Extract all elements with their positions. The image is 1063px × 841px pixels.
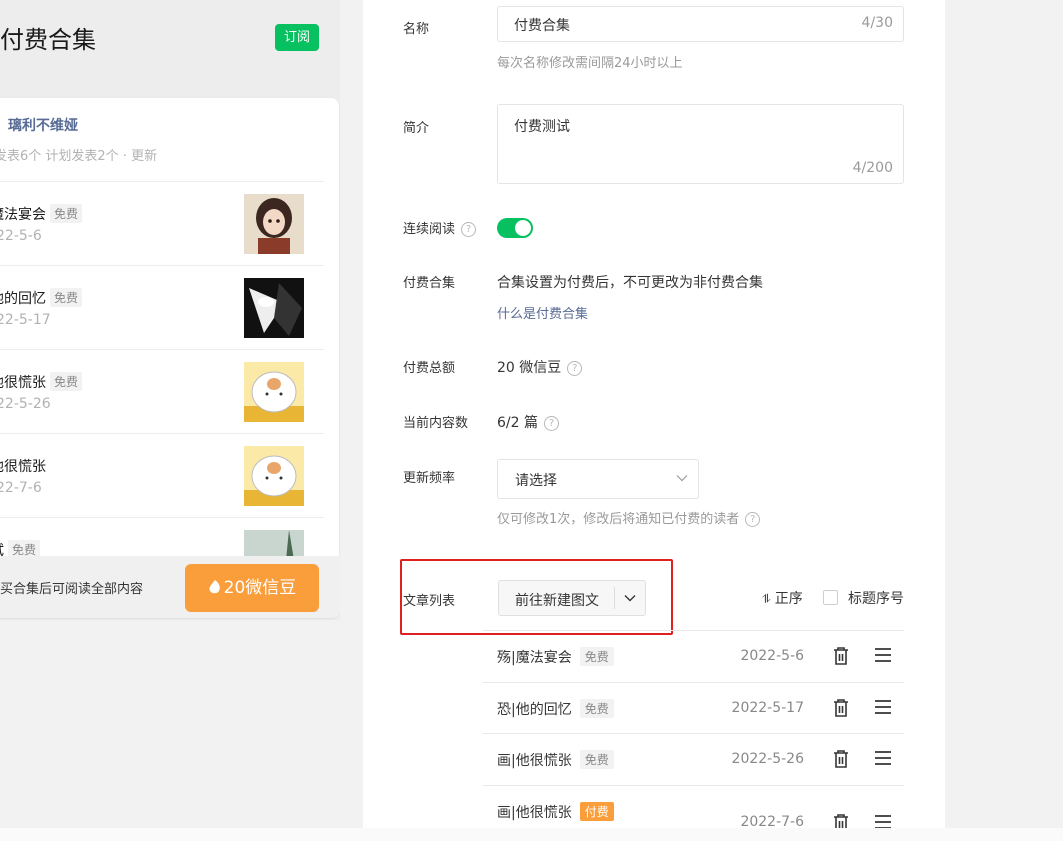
paid-badge: 付费 — [579, 801, 614, 821]
article-thumbnail — [244, 194, 304, 254]
article-thumbnail — [244, 278, 304, 338]
page-bottom-edge — [0, 828, 1063, 841]
article-thumbnail — [244, 446, 304, 506]
author-name[interactable]: 璃利不维娅 — [8, 115, 78, 135]
name-label: 名称 — [403, 22, 430, 37]
list-item-date: 22-5-26 — [0, 396, 51, 412]
update-frequency-select[interactable]: 请选择 — [497, 459, 699, 499]
list-item-title: 他的回忆 — [0, 291, 46, 307]
collection-preview: 付费合集 订阅 璃利不维娅 发表6个 计划发表2个 · 更新 魔法宴会免费 22… — [0, 0, 340, 620]
serial-number-checkbox[interactable] — [823, 590, 838, 605]
free-badge: 免费 — [579, 750, 614, 769]
list-item[interactable]: 他很慌张免费 22-5-26 — [0, 350, 324, 434]
article-title: 殇|魔法宴会 — [497, 650, 572, 666]
table-row: 画|他很慌张 付费 2022-7-6 — [483, 786, 904, 829]
serial-number-label: 标题序号 — [848, 591, 904, 607]
table-row: 恐|他的回忆 免费 2022-5-17 — [483, 683, 904, 734]
trash-icon[interactable] — [832, 646, 850, 666]
purchase-note: 买合集后可阅读全部内容 — [0, 582, 144, 597]
paid-collection-text: 合集设置为付费后，不可更改为非付费合集 — [497, 275, 763, 291]
sort-label: 正序 — [774, 591, 803, 607]
button-divider — [614, 587, 615, 609]
update-frequency-label: 更新频率 — [403, 471, 456, 486]
content-count-label: 当前内容数 — [403, 416, 469, 431]
help-icon[interactable]: ? — [745, 512, 761, 527]
bean-icon — [209, 580, 220, 594]
article-date: 2022-5-6 — [740, 648, 804, 664]
total-price-label: 付费总额 — [403, 361, 456, 376]
continuous-read-toggle[interactable] — [497, 218, 533, 238]
article-thumbnail — [244, 362, 304, 422]
drag-handle-icon[interactable] — [874, 814, 892, 829]
sort-icon: ⥮ — [762, 592, 771, 606]
sort-toggle[interactable]: ⥮ 正序 — [762, 588, 803, 608]
drag-handle-icon[interactable] — [874, 647, 892, 663]
paid-collection-label: 付费合集 — [403, 276, 456, 291]
trash-icon[interactable] — [832, 749, 850, 769]
list-item-title: 他很慌张 — [0, 459, 46, 475]
total-price-value: 20 微信豆 — [497, 360, 562, 376]
name-hint: 每次名称修改需间隔24小时以上 — [497, 56, 683, 71]
continuous-read-label: 连续阅读 — [403, 222, 456, 237]
article-list-label: 文章列表 — [403, 594, 456, 609]
update-frequency-value: 请选择 — [515, 473, 557, 489]
drag-handle-icon[interactable] — [874, 750, 892, 766]
drag-handle-icon[interactable] — [874, 699, 892, 715]
collection-settings-form: 名称 付费合集 4/30 每次名称修改需间隔24小时以上 简介 付费测试 4/2… — [363, 0, 945, 828]
publish-stats: 发表6个 计划发表2个 · 更新 — [0, 149, 158, 164]
name-value: 付费合集 — [514, 18, 570, 34]
list-item[interactable]: 他很慌张 22-7-6 — [0, 434, 324, 518]
new-article-button[interactable]: 前往新建图文 — [498, 580, 646, 616]
article-date: 2022-7-6 — [740, 813, 804, 829]
help-icon[interactable]: ? — [461, 222, 477, 237]
intro-textarea[interactable]: 付费测试 4/200 — [497, 104, 904, 184]
what-is-paid-link[interactable]: 什么是付费合集 — [497, 303, 588, 322]
list-item[interactable]: 他的回忆免费 22-5-17 — [0, 266, 324, 350]
list-item-date: 22-5-17 — [0, 312, 51, 328]
list-item-date: 22-5-6 — [0, 228, 42, 244]
article-date: 2022-5-26 — [731, 751, 804, 767]
intro-value: 付费测试 — [514, 119, 570, 135]
subscribe-button[interactable]: 订阅 — [275, 24, 319, 51]
preview-title: 付费合集 — [0, 26, 96, 54]
free-badge: 免费 — [50, 288, 83, 307]
list-item-title: 魔法宴会 — [0, 207, 46, 223]
intro-label: 简介 — [403, 121, 430, 136]
article-date: 2022-5-17 — [731, 699, 804, 716]
table-row: 画|他很慌张 免费 2022-5-26 — [483, 734, 904, 786]
buy-button[interactable]: 20微信豆 — [185, 564, 319, 612]
new-article-label: 前往新建图文 — [515, 593, 599, 609]
name-char-count: 4/30 — [861, 15, 893, 31]
help-icon[interactable]: ? — [543, 416, 559, 431]
content-count-value: 6/2 篇 — [497, 415, 538, 431]
preview-article-list: 魔法宴会免费 22-5-6 他的回忆免费 22-5-17 他很慌张免费 22-5… — [0, 181, 324, 602]
preview-footer: 买合集后可阅读全部内容 20微信豆 — [0, 556, 340, 618]
trash-icon[interactable] — [832, 813, 850, 829]
trash-icon[interactable] — [832, 698, 850, 718]
update-frequency-hint: 仅可修改1次，修改后将通知已付费的读者 — [497, 512, 740, 527]
help-icon[interactable]: ? — [567, 361, 583, 376]
chevron-down-icon[interactable] — [624, 594, 636, 602]
intro-char-count: 4/200 — [852, 160, 893, 176]
free-badge: 免费 — [50, 204, 83, 223]
list-item[interactable]: 魔法宴会免费 22-5-6 — [0, 182, 324, 266]
free-badge: 免费 — [579, 647, 614, 666]
list-item-title: 他很慌张 — [0, 375, 46, 391]
name-input[interactable]: 付费合集 4/30 — [497, 6, 904, 42]
article-title: 恐|他的回忆 — [497, 701, 572, 718]
free-badge: 免费 — [50, 372, 83, 391]
article-list: 殇|魔法宴会 免费 2022-5-6 恐|他的回忆 免费 2022-5-17 画|他… — [483, 630, 904, 828]
buy-price: 20微信豆 — [223, 578, 297, 598]
list-item-date: 22-7-6 — [0, 480, 42, 496]
free-badge: 免费 — [579, 698, 614, 718]
table-row: 殇|魔法宴会 免费 2022-5-6 — [483, 631, 904, 683]
article-title: 画|他很慌张 — [497, 804, 572, 821]
article-title: 画|他很慌张 — [497, 753, 572, 769]
chevron-down-icon — [676, 475, 688, 482]
preview-card: 璃利不维娅 发表6个 计划发表2个 · 更新 魔法宴会免费 22-5-6 他的回… — [0, 98, 339, 618]
